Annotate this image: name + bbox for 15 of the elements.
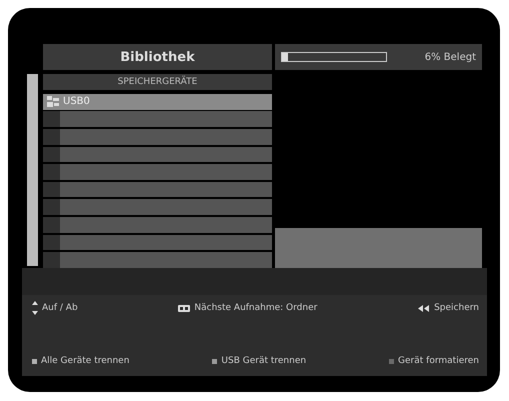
up-down-icon — [32, 301, 38, 315]
device-icon — [47, 96, 59, 108]
action-label: USB Gerät trennen — [221, 356, 306, 366]
library-title: Bibliothek — [43, 44, 272, 70]
hint-label: Nächste Aufnahme: Ordner — [194, 303, 318, 313]
scrollbar[interactable] — [27, 74, 38, 266]
action-label: Alle Geräte trennen — [41, 356, 130, 366]
device-row[interactable]: USB0 — [43, 94, 272, 110]
storage-reading: 6% Belegt — [424, 52, 476, 62]
ok-key-icon — [178, 304, 190, 312]
hint-label: Speichern — [434, 303, 479, 313]
list-header: SPEICHERGERÄTE — [43, 74, 272, 90]
back-key-icon — [418, 304, 430, 312]
hint-label: Auf / Ab — [42, 303, 78, 313]
action-label: Gerät formatieren — [398, 356, 479, 366]
